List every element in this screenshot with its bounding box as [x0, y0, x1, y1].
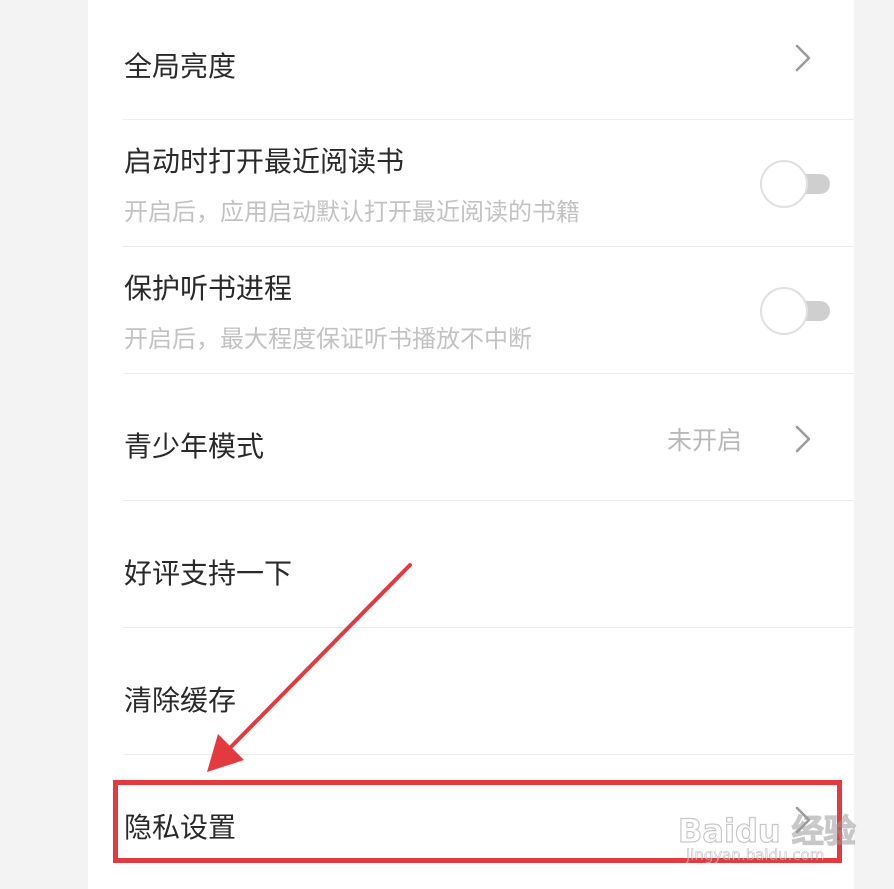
chevron-right-icon	[795, 44, 811, 72]
settings-screen: 全局亮度 启动时打开最近阅读书 开启后，应用启动默认打开最近阅读的书籍 保护听书…	[0, 0, 894, 889]
chevron-right-icon	[795, 425, 811, 453]
protect-audiobook-toggle[interactable]	[760, 287, 832, 335]
settings-item-title: 启动时打开最近阅读书	[124, 145, 405, 178]
teen-mode-status: 未开启	[666, 426, 742, 455]
settings-item-title: 保护听书进程	[124, 272, 293, 305]
settings-item-title: 清除缓存	[124, 684, 237, 717]
toggle-knob	[760, 287, 808, 335]
settings-item-protect-audiobook: 保护听书进程 开启后，最大程度保证听书播放不中断	[88, 247, 854, 374]
settings-item-title: 全局亮度	[124, 50, 237, 83]
toggle-knob	[760, 160, 808, 208]
settings-item-description: 开启后，最大程度保证听书播放不中断	[124, 325, 532, 353]
baidu-jingyan-watermark: Baidu 经验 jingyan.baidu.com	[677, 790, 858, 870]
settings-item-teen-mode[interactable]: 青少年模式 未开启	[88, 374, 854, 501]
watermark-url: jingyan.baidu.com	[686, 846, 825, 865]
settings-item-open-recent-book: 启动时打开最近阅读书 开启后，应用启动默认打开最近阅读的书籍	[88, 120, 854, 247]
settings-item-description: 开启后，应用启动默认打开最近阅读的书籍	[124, 198, 580, 226]
open-recent-book-toggle[interactable]	[760, 160, 832, 208]
settings-item-global-brightness[interactable]: 全局亮度	[88, 0, 854, 120]
settings-item-clear-cache[interactable]: 清除缓存	[88, 628, 854, 755]
settings-item-rate-app[interactable]: 好评支持一下	[88, 501, 854, 628]
settings-item-title: 青少年模式	[124, 430, 265, 463]
settings-list: 全局亮度 启动时打开最近阅读书 开启后，应用启动默认打开最近阅读的书籍 保护听书…	[88, 0, 854, 889]
settings-item-title: 好评支持一下	[124, 557, 293, 590]
